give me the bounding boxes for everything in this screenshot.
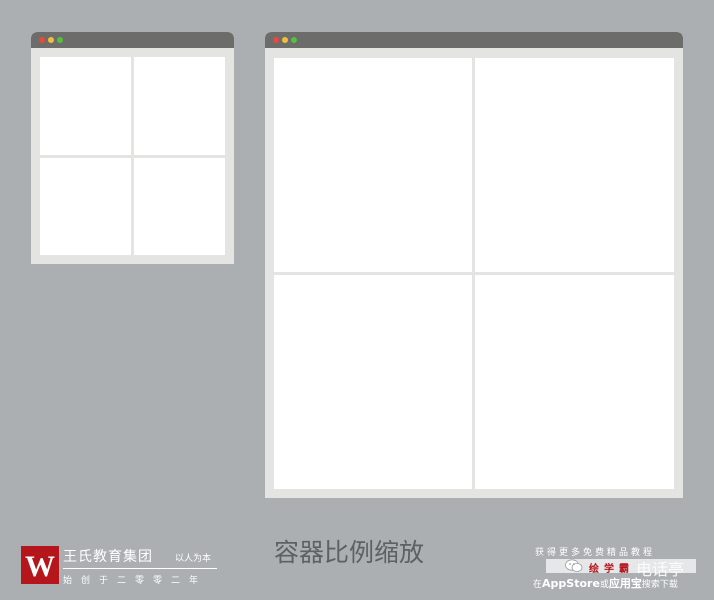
- promo-app-name: 绘学霸: [589, 564, 634, 575]
- maximize-dot-icon[interactable]: [291, 37, 297, 43]
- brand-name: 王氏教育集团: [63, 549, 153, 565]
- grid-cell: [475, 275, 674, 489]
- minimize-dot-icon[interactable]: [48, 37, 54, 43]
- wechat-icon: [565, 559, 583, 572]
- promo-store-appstore: AppStore: [542, 577, 600, 590]
- grid-cell: [475, 58, 674, 272]
- brand-logo-letter: W: [25, 550, 55, 583]
- promo-download-hint: 在AppStore或应用宝搜索下载: [533, 575, 678, 591]
- grid-cell: [134, 57, 225, 155]
- promo-store-yingyongbao: 应用宝: [608, 577, 642, 590]
- promo-mid: 或: [599, 580, 609, 590]
- grid-cell: [134, 158, 225, 255]
- grid-cell: [40, 57, 131, 155]
- brand-since: 始创于二零零二年: [63, 576, 208, 586]
- brand-motto: 以人为本: [175, 554, 212, 564]
- grid-cell: [40, 158, 131, 255]
- close-dot-icon[interactable]: [39, 37, 45, 43]
- maximize-dot-icon[interactable]: [57, 37, 63, 43]
- large-window-grid: [274, 58, 674, 489]
- small-window: [31, 32, 234, 264]
- brand-divider: [63, 568, 217, 569]
- promo-prefix: 在: [533, 580, 543, 590]
- minimize-dot-icon[interactable]: [282, 37, 288, 43]
- small-window-grid: [40, 57, 225, 255]
- promo-suffix: 搜索下载: [641, 580, 678, 590]
- close-dot-icon[interactable]: [273, 37, 279, 43]
- large-window: [265, 32, 683, 498]
- page-title: 容器比例缩放: [274, 538, 425, 567]
- small-window-titlebar[interactable]: [31, 32, 234, 48]
- grid-cell: [274, 275, 472, 489]
- large-window-titlebar[interactable]: [265, 32, 683, 48]
- grid-cell: [274, 58, 472, 272]
- brand-logo: W: [21, 546, 59, 584]
